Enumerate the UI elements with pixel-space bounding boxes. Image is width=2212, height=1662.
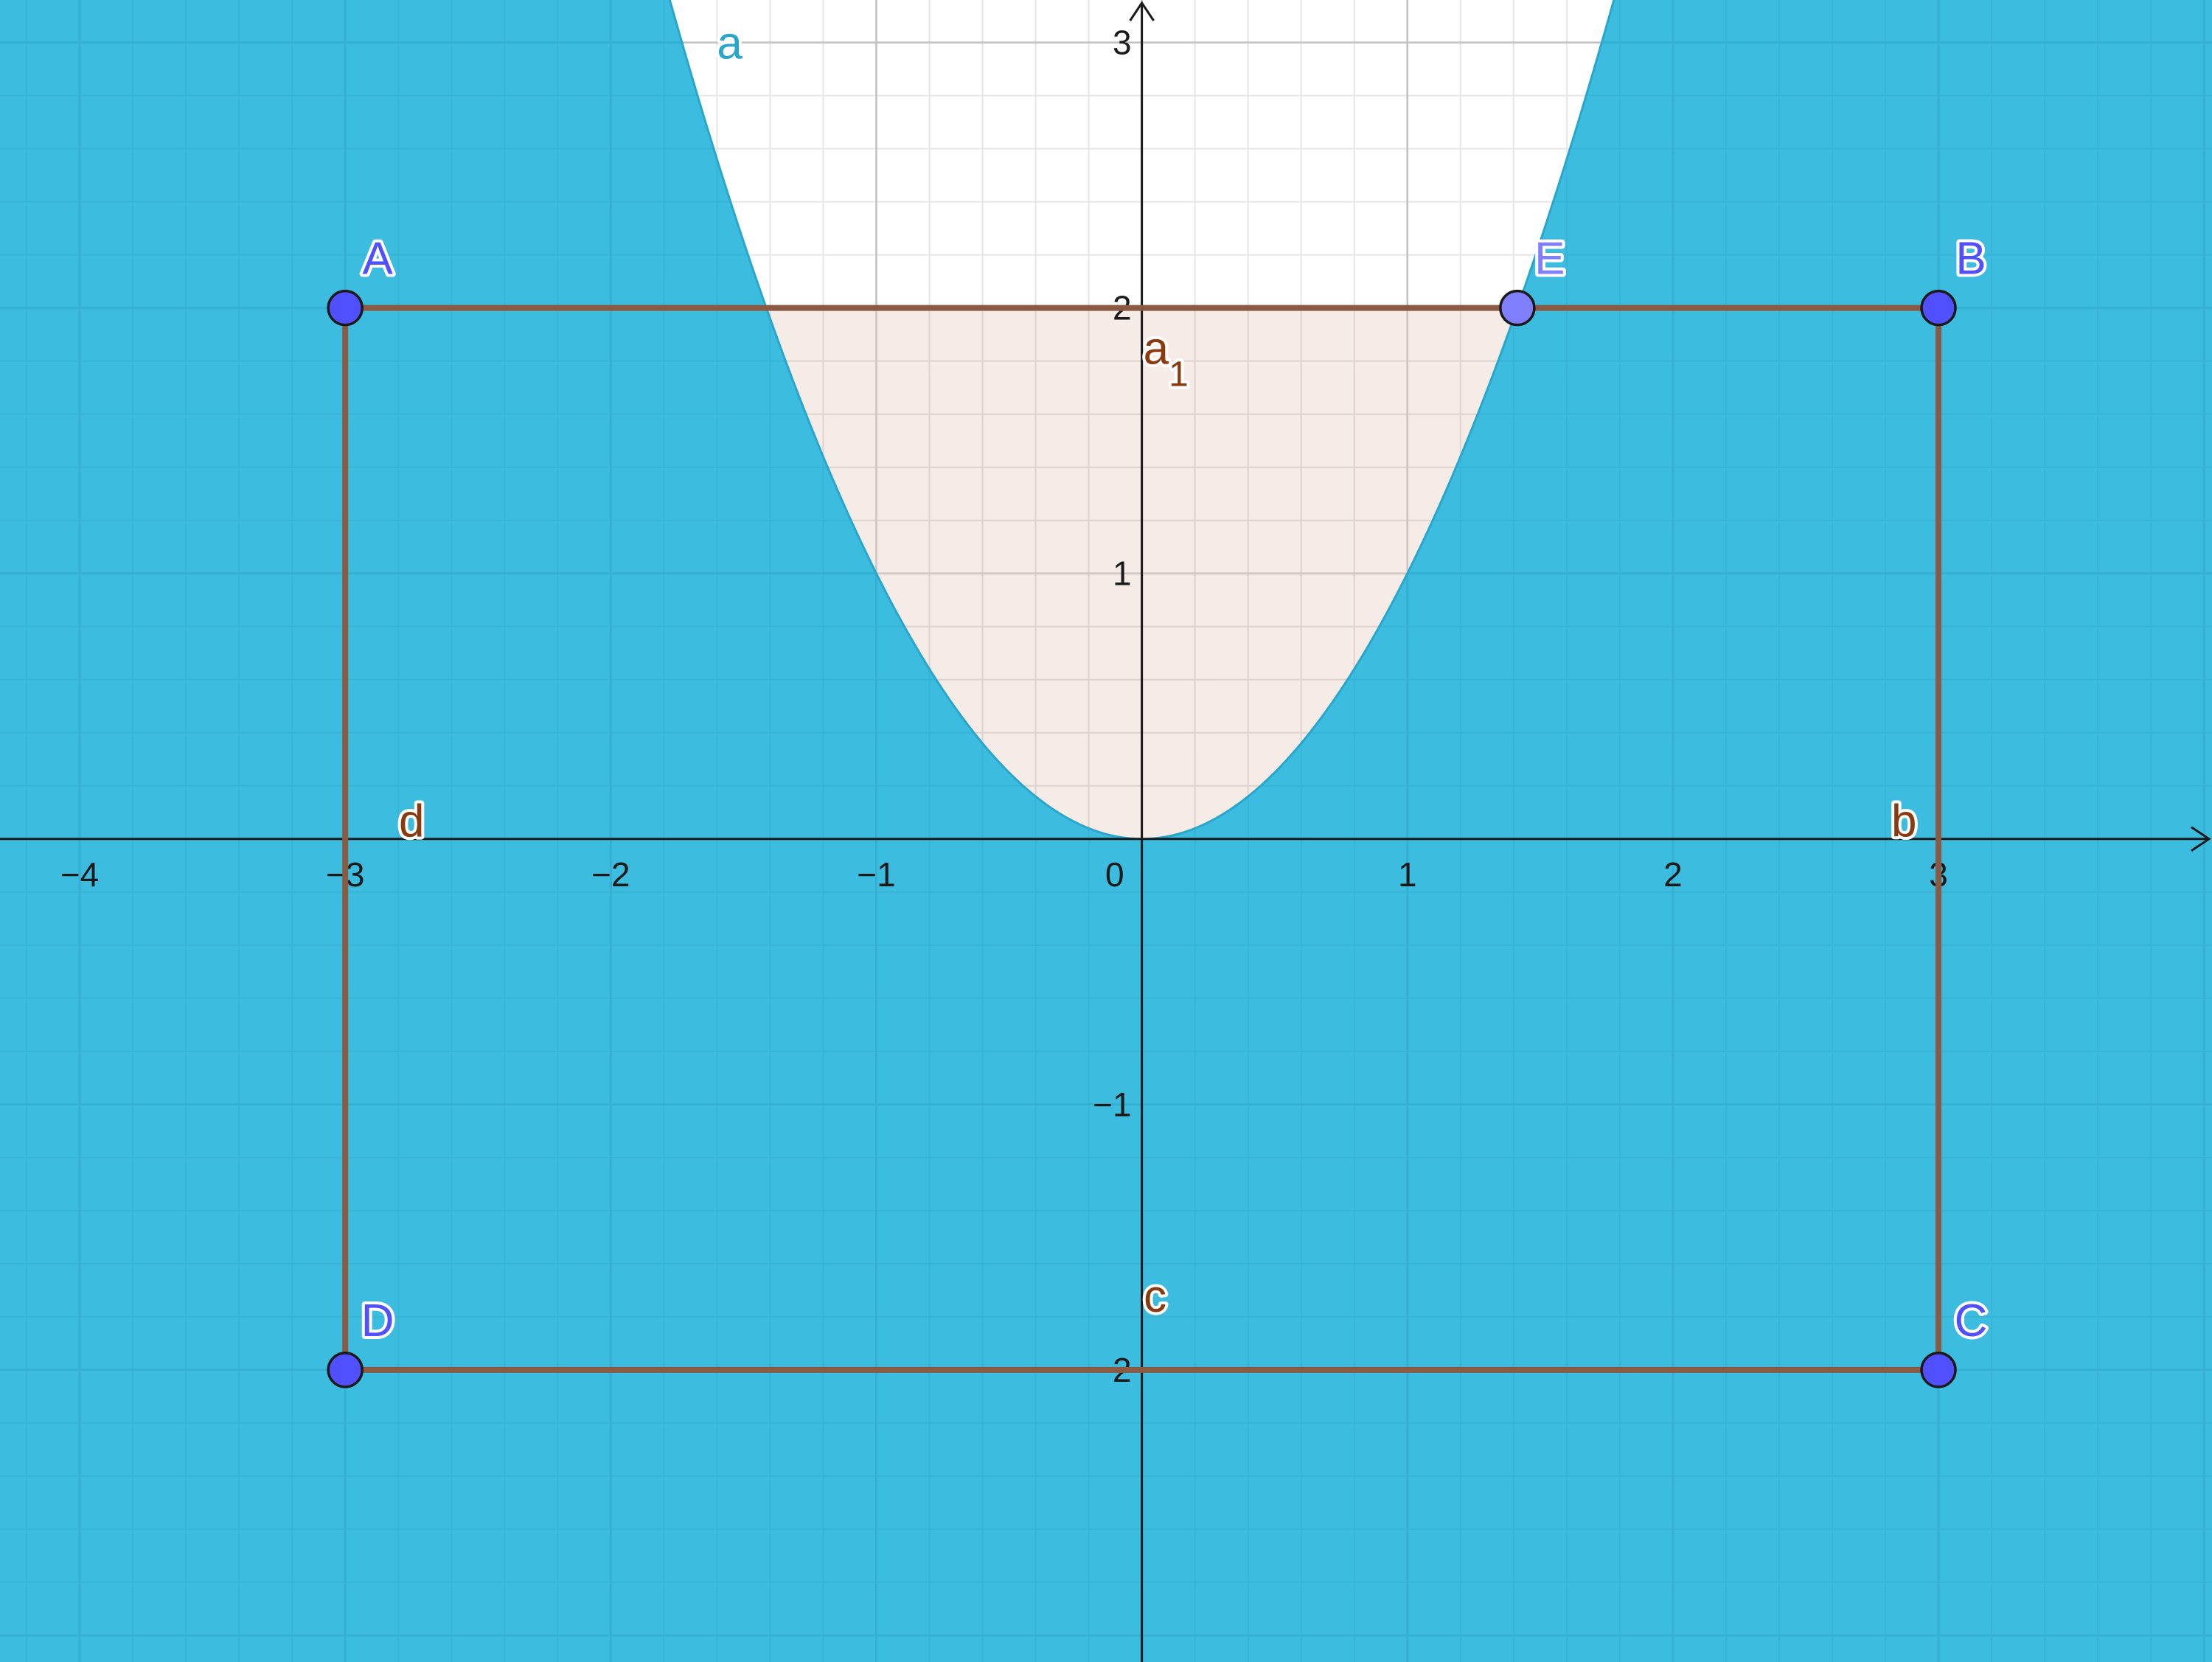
point-label: E (1534, 234, 1565, 285)
point-marker[interactable] (327, 1352, 364, 1388)
x-tick-label: −1 (857, 855, 895, 894)
point-label: C (1955, 1296, 1988, 1346)
y-tick-label: 1 (1113, 554, 1132, 593)
y-tick-label: 3 (1113, 24, 1132, 62)
segment-label-c: c (1144, 1271, 1166, 1322)
segment-label-b: b (1891, 796, 1916, 847)
region-label-main: a (1144, 324, 1169, 375)
x-tick-label: 2 (1663, 855, 1683, 894)
point-marker[interactable] (1920, 1352, 1957, 1388)
graphics-view[interactable]: −4−3−2−1123 −2−1123 0 a a1 bcd ABCDE (0, 0, 2212, 1662)
x-tick-label: 1 (1398, 855, 1417, 894)
point-marker[interactable] (1920, 289, 1957, 327)
point-label: B (1955, 234, 1986, 285)
point-marker[interactable] (1499, 289, 1536, 327)
x-tick-label: −4 (60, 855, 99, 894)
segment-label-d: d (399, 796, 424, 847)
x-tick-label: −2 (591, 855, 630, 894)
origin-label: 0 (1105, 855, 1124, 894)
point-marker[interactable] (327, 289, 364, 327)
point-label: D (361, 1296, 394, 1346)
y-tick-label: −1 (1093, 1085, 1131, 1124)
point-label: A (363, 234, 394, 285)
curve-label-a: a (717, 18, 742, 69)
region-label-subscript: 1 (1169, 355, 1189, 394)
